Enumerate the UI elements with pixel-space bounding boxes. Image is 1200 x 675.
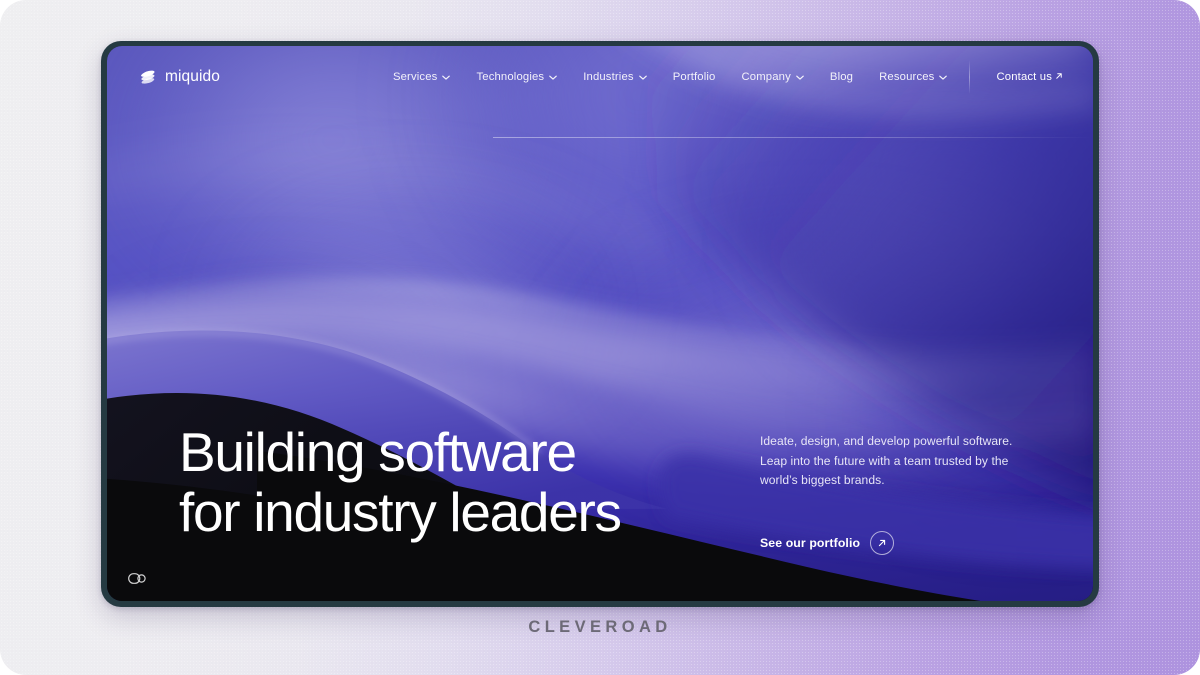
hero-subcopy: Ideate, design, and develop powerful sof…	[760, 434, 1013, 488]
contact-us-link[interactable]: Contact us	[996, 71, 1063, 83]
nav-item-blog[interactable]: Blog	[830, 71, 853, 83]
chevron-down-icon	[638, 75, 647, 80]
nav-item-label: Technologies	[476, 71, 545, 83]
nav-divider-rule	[493, 137, 1093, 138]
brand-logo-text: miquido	[165, 68, 220, 85]
nav-item-company[interactable]: Company	[742, 71, 804, 83]
nav-item-label: Portfolio	[672, 71, 716, 83]
nav-item-portfolio[interactable]: Portfolio	[673, 71, 716, 83]
page-canvas: miquido Services Technologies Industries…	[0, 0, 1200, 675]
chevron-down-icon	[442, 75, 451, 80]
accessibility-toggle-icon[interactable]	[128, 572, 146, 585]
nav-item-label: Blog	[829, 71, 854, 83]
nav-item-resources[interactable]: Resources	[879, 71, 948, 83]
nav-item-label: Resources	[879, 71, 935, 83]
nav-right-group: Contact us	[969, 60, 1063, 94]
miquido-layers-icon	[141, 70, 155, 84]
chevron-down-icon	[939, 75, 948, 80]
brand-logo[interactable]: miquido	[139, 68, 220, 87]
browser-viewport: miquido Services Technologies Industries…	[107, 46, 1093, 601]
hero-headline-line-1: Building software	[179, 421, 577, 483]
chevron-down-icon	[549, 75, 558, 80]
hero-headline-line-2: for industry leaders	[179, 480, 622, 543]
nav-item-label: Company	[741, 71, 791, 83]
nav-item-industries[interactable]: Industries	[583, 71, 647, 83]
nav-item-technologies[interactable]: Technologies	[476, 71, 558, 83]
arrow-up-right-icon	[1056, 73, 1062, 79]
nav-separator	[969, 60, 971, 94]
site-navigation: miquido Services Technologies Industries…	[107, 46, 1093, 108]
contact-us-label: Contact us	[996, 71, 1052, 83]
cleveroad-watermark: CLEVEROAD	[528, 618, 672, 636]
hero-headline: Building software for industry leaders	[179, 421, 622, 543]
browser-frame: miquido Services Technologies Industries…	[101, 41, 1099, 607]
wave-wisp-top	[107, 148, 672, 263]
nav-menu: Services Technologies Industries Portfol…	[393, 71, 948, 83]
chevron-down-icon	[796, 75, 804, 80]
nav-item-label: Services	[392, 71, 438, 83]
nav-item-label: Industries	[583, 71, 634, 83]
nav-item-services[interactable]: Services	[393, 71, 451, 83]
cta-label: See our portfolio	[760, 536, 861, 550]
arrow-up-right-circle-icon	[870, 531, 895, 555]
see-our-portfolio-cta[interactable]: See our portfolio	[760, 531, 895, 555]
